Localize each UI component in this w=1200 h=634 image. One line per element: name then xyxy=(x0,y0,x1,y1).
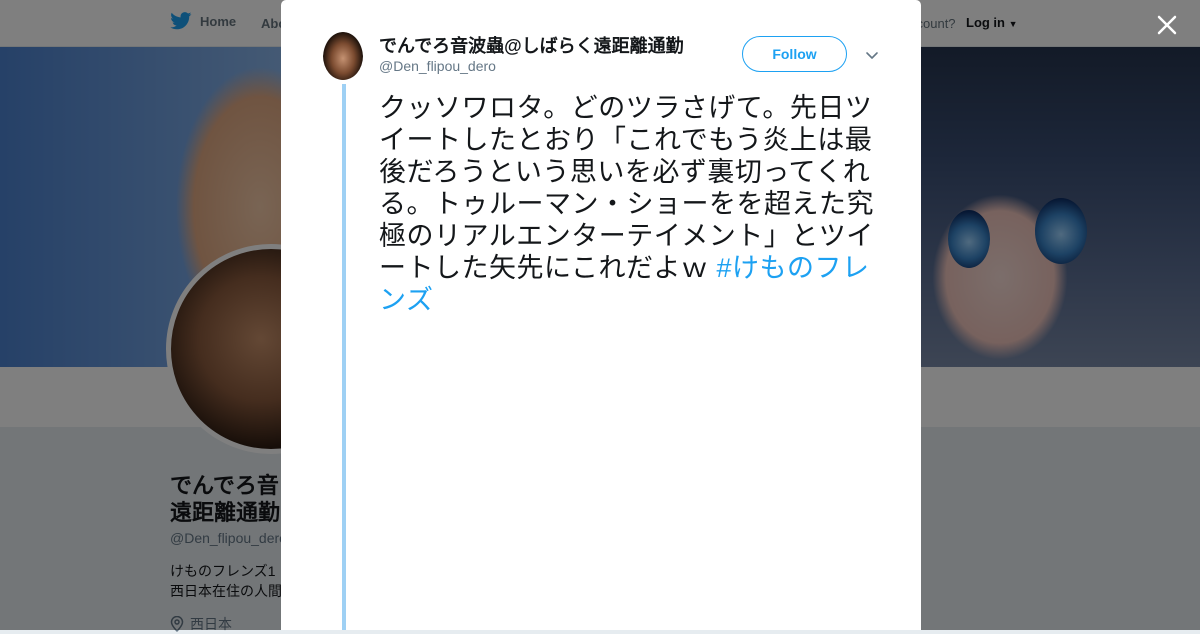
close-icon xyxy=(1157,15,1177,35)
tweet-author-handle[interactable]: @Den_flipou_dero xyxy=(379,58,496,74)
chevron-down-icon xyxy=(866,52,878,59)
tweet-author-name[interactable]: でんでろ音波蟲@しばらく遠距離通勤 xyxy=(379,32,684,58)
close-button[interactable] xyxy=(1152,10,1182,40)
follow-button[interactable]: Follow xyxy=(742,36,847,72)
tweet-author-avatar[interactable] xyxy=(323,32,363,80)
thread-connector-line xyxy=(342,84,346,630)
tweet-modal: でんでろ音波蟲@しばらく遠距離通勤 @Den_flipou_dero Follo… xyxy=(281,0,921,630)
tweet-text: クッソワロタ。どのツラさげて。先日ツイートしたとおり「これでもう炎上は最後だろう… xyxy=(379,92,879,316)
tweet-menu-button[interactable] xyxy=(863,46,881,64)
